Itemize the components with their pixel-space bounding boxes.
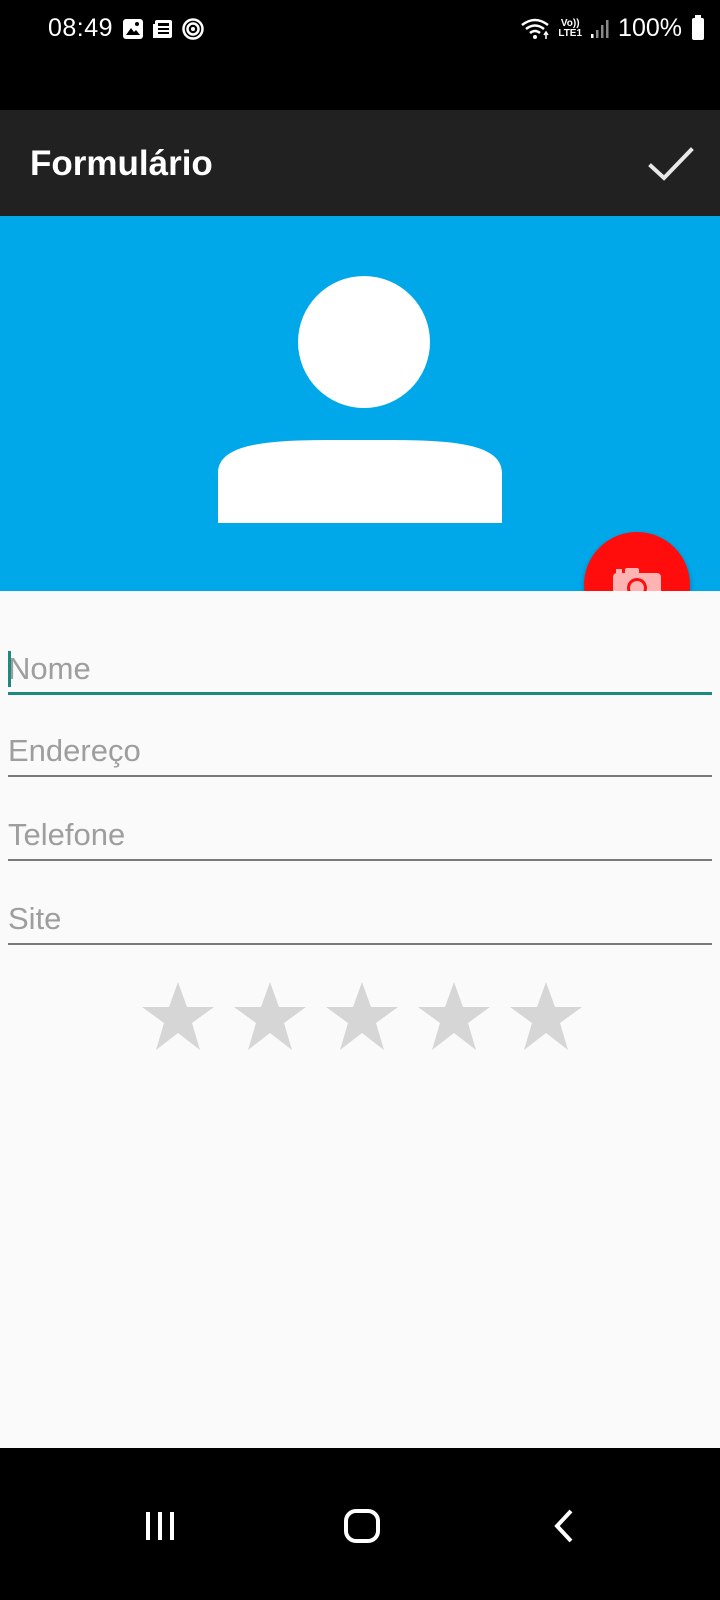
check-icon	[648, 147, 694, 181]
text-cursor	[8, 651, 11, 687]
app-bar: Formulário	[0, 110, 720, 216]
profile-header[interactable]	[0, 216, 720, 591]
recents-icon	[146, 1512, 174, 1540]
wifi-icon	[521, 18, 550, 39]
home-icon	[344, 1509, 380, 1543]
back-icon	[554, 1509, 573, 1543]
status-time: 08:49	[48, 14, 114, 42]
name-input[interactable]	[8, 645, 712, 693]
address-input[interactable]	[8, 727, 712, 775]
person-icon	[218, 276, 502, 523]
star-icon[interactable]	[324, 980, 400, 1052]
star-icon[interactable]	[508, 980, 584, 1052]
battery-percent: 100%	[618, 14, 682, 42]
battery-icon	[692, 14, 704, 40]
signal-icon	[591, 19, 609, 38]
volte-badge: Vo)) LTE1	[558, 17, 583, 39]
recents-button[interactable]	[130, 1498, 190, 1554]
lte-label: LTE1	[558, 27, 583, 39]
rating-bar[interactable]	[140, 980, 584, 1052]
back-button[interactable]	[534, 1498, 594, 1554]
notification-icons	[122, 18, 204, 40]
star-icon[interactable]	[140, 980, 216, 1052]
site-field[interactable]	[8, 895, 712, 945]
system-nav-bar	[0, 1448, 720, 1600]
phone-field-underline	[8, 859, 712, 861]
home-button[interactable]	[332, 1498, 392, 1554]
confirm-button[interactable]	[646, 140, 696, 188]
star-icon[interactable]	[232, 980, 308, 1052]
status-right: Vo)) LTE1 100%	[520, 14, 704, 43]
phone-input[interactable]	[8, 811, 712, 859]
phone-field[interactable]	[8, 811, 712, 861]
news-icon	[153, 20, 172, 38]
name-field-underline	[8, 692, 712, 695]
address-field-underline	[8, 775, 712, 777]
star-icon[interactable]	[416, 980, 492, 1052]
address-field[interactable]	[8, 727, 712, 777]
page-title: Formulário	[30, 144, 213, 183]
name-field[interactable]	[8, 645, 712, 695]
gallery-icon	[123, 19, 143, 39]
site-input[interactable]	[8, 895, 712, 943]
target-icon	[182, 18, 204, 40]
volte-label: Vo))	[560, 17, 580, 29]
status-bar: 08:49 Vo)) LTE1 100%	[0, 0, 720, 110]
site-field-underline	[8, 943, 712, 945]
